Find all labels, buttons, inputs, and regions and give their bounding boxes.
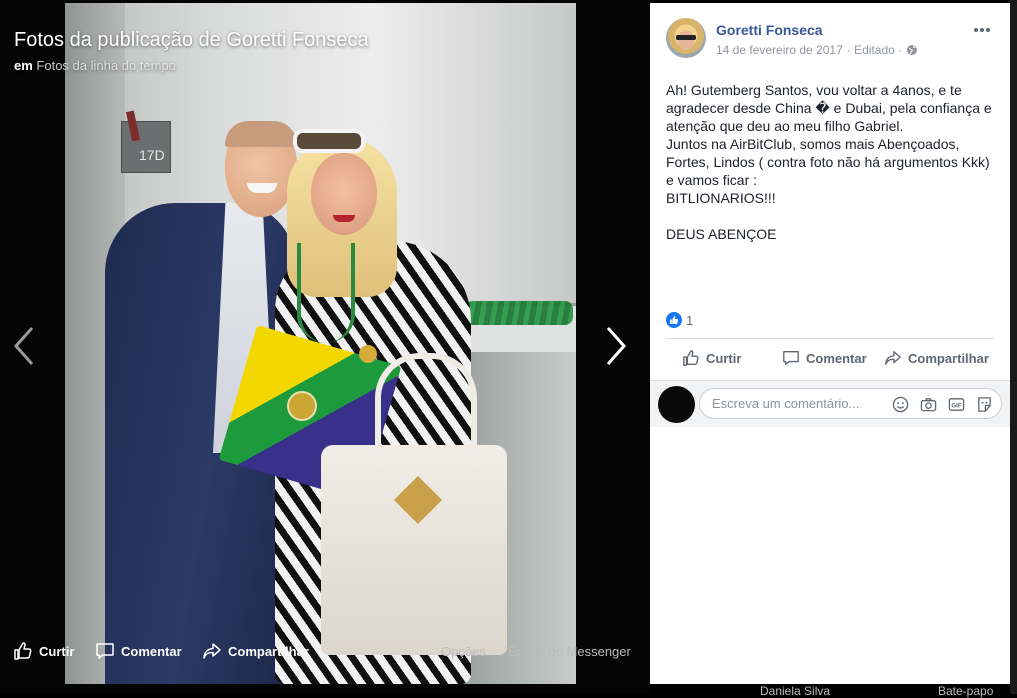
post-meta: 14 de fevereiro de 2017 · Editado · xyxy=(716,43,918,57)
reaction-summary[interactable]: 1 xyxy=(666,312,693,328)
thumbs-up-icon xyxy=(683,350,699,366)
post-date[interactable]: 14 de fevereiro de 2017 xyxy=(716,43,843,57)
previous-photo-button[interactable] xyxy=(10,324,40,368)
post-panel: Goretti Fonseca 14 de fevereiro de 2017 … xyxy=(650,3,1010,684)
comment-button[interactable]: Comentar xyxy=(782,349,867,367)
subtitle-prefix: em xyxy=(14,58,33,73)
viewer-comment-label: Comentar xyxy=(121,643,182,659)
comment-label: Comentar xyxy=(806,350,867,366)
like-reaction-icon xyxy=(666,312,682,328)
viewer-like-button[interactable]: Curtir xyxy=(13,636,74,666)
photo-viewer: 17D Fotos da publicação de Goretti Fonse… xyxy=(0,0,650,694)
post-paragraph: Juntos na AirBitClub, somos mais Abençoa… xyxy=(666,136,990,188)
divider xyxy=(666,338,994,339)
comment-bubble-icon xyxy=(783,351,799,365)
viewer-share-button[interactable]: Compartilhar xyxy=(202,636,309,666)
viewer-subtitle: em Fotos da linha do tempo xyxy=(14,58,176,73)
viewer-title: Fotos da publicação de Goretti Fonseca xyxy=(14,29,369,51)
timeline-photos-link[interactable]: Fotos da linha do tempo xyxy=(36,58,175,73)
viewer-like-label: Curtir xyxy=(39,643,75,659)
author-avatar[interactable] xyxy=(666,18,706,58)
viewer-comment-button[interactable]: Comentar xyxy=(95,636,182,666)
viewer-share-label: Compartilhar xyxy=(228,643,309,659)
camera-icon[interactable] xyxy=(919,395,937,413)
share-arrow-icon xyxy=(203,643,221,659)
comment-composer: GIF xyxy=(650,380,1010,427)
reaction-count: 1 xyxy=(686,312,694,328)
send-in-messenger-button[interactable]: Enviar no Messenger xyxy=(508,644,631,659)
options-button[interactable]: Opções xyxy=(441,644,486,659)
post-paragraph: BITLIONARIOS!!! xyxy=(666,190,776,206)
current-user-avatar xyxy=(658,386,695,423)
post-photo[interactable]: 17D xyxy=(65,3,576,684)
svg-text:GIF: GIF xyxy=(951,402,961,409)
thumbs-up-icon xyxy=(14,642,32,660)
like-button[interactable]: Curtir xyxy=(682,349,741,367)
more-options-icon[interactable] xyxy=(974,19,996,33)
edited-label[interactable]: · Editado · xyxy=(847,43,902,57)
chevron-right-icon xyxy=(606,327,627,365)
post-paragraph: Ah! Gutemberg Santos, vou voltar a 4anos… xyxy=(666,82,992,134)
author-name[interactable]: Goretti Fonseca xyxy=(716,22,823,38)
gif-icon[interactable]: GIF xyxy=(947,395,965,413)
background-chat-name: Daniela Silva xyxy=(760,684,831,698)
comment-box[interactable]: GIF xyxy=(699,388,1002,419)
background-chat-label: Bate-papo xyxy=(938,684,994,698)
post-action-bar: Curtir Comentar Compartilhar xyxy=(666,344,994,374)
like-label: Curtir xyxy=(706,350,742,366)
post-text: Ah! Gutemberg Santos, vou voltar a 4anos… xyxy=(666,81,998,243)
share-arrow-icon xyxy=(885,351,901,365)
globe-icon xyxy=(907,45,918,55)
next-photo-button[interactable] xyxy=(600,324,630,368)
share-label: Compartilhar xyxy=(908,350,989,366)
window-edge xyxy=(1010,0,1017,694)
comment-icon-row: GIF xyxy=(891,395,993,413)
door-sign-number: 17D xyxy=(139,147,165,163)
sticker-icon[interactable] xyxy=(975,395,993,413)
emoji-icon[interactable] xyxy=(891,395,909,413)
post-closing: DEUS ABENÇOE xyxy=(666,226,777,242)
comment-bubble-icon xyxy=(96,643,114,659)
chevron-left-icon xyxy=(13,327,34,365)
comment-input[interactable] xyxy=(712,396,882,411)
share-button[interactable]: Compartilhar xyxy=(884,349,989,367)
viewer-action-bar: Curtir Comentar Compartilhar Opções Envi… xyxy=(0,636,650,668)
